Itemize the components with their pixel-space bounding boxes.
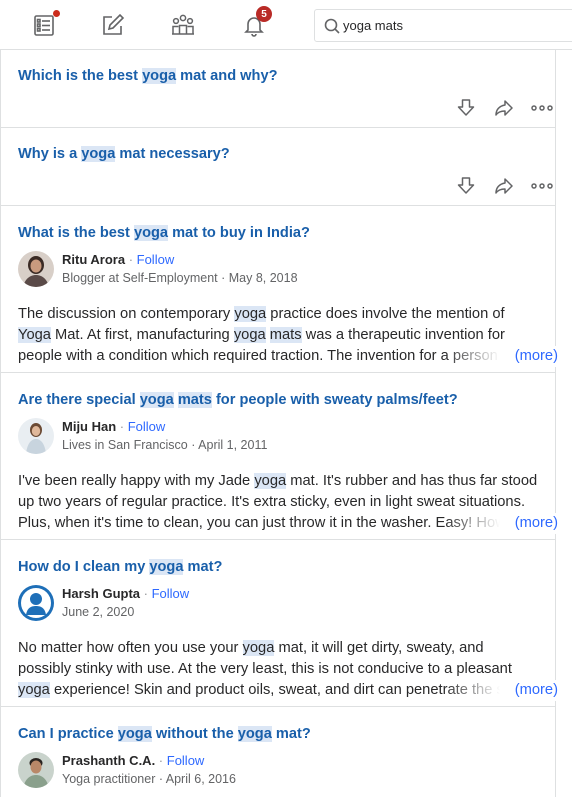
answer-card: How do I clean my yoga mat? Harsh Gupta …: [0, 540, 558, 707]
search-input[interactable]: [343, 10, 572, 41]
follow-button[interactable]: Follow: [137, 252, 175, 267]
question-title-link[interactable]: Which is the best yoga mat and why?: [18, 68, 277, 84]
downvote-icon[interactable]: [455, 97, 477, 119]
author-credential: Lives in San Francisco · April 1, 2011: [62, 438, 268, 452]
author-credential: Blogger at Self-Employment · May 8, 2018: [62, 271, 298, 285]
follow-button[interactable]: Follow: [128, 419, 166, 434]
notifications-count-badge: 5: [256, 6, 272, 22]
more-options-icon[interactable]: [531, 97, 553, 119]
more-link[interactable]: (more): [512, 680, 558, 701]
question-card: Which is the best yoga mat and why?: [0, 50, 556, 128]
search-icon: [324, 18, 340, 34]
share-icon[interactable]: [493, 97, 515, 119]
question-title-link[interactable]: Can I practice yoga without the yoga mat…: [18, 726, 311, 742]
top-nav-bar: 5: [0, 0, 572, 50]
more-link[interactable]: (more): [512, 513, 558, 534]
follow-button[interactable]: Follow: [152, 586, 190, 601]
search-box[interactable]: [314, 9, 572, 42]
answer-card: What is the best yoga mat to buy in Indi…: [0, 206, 558, 373]
more-options-icon[interactable]: [531, 175, 553, 197]
avatar[interactable]: [18, 418, 54, 454]
more-link[interactable]: (more): [512, 346, 558, 367]
answer-card: Can I practice yoga without the yoga mat…: [0, 707, 556, 797]
answer-preview[interactable]: No matter how often you use your yoga ma…: [18, 638, 558, 701]
question-title-link[interactable]: How do I clean my yoga mat?: [18, 559, 222, 575]
spaces-icon[interactable]: [167, 9, 199, 41]
question-title-link[interactable]: Why is a yoga mat necessary?: [18, 146, 230, 162]
answer-preview[interactable]: I've been really happy with my Jade yoga…: [18, 471, 558, 534]
answer-card: Are there special yoga mats for people w…: [0, 373, 558, 540]
avatar[interactable]: [18, 585, 54, 621]
write-answer-icon[interactable]: [97, 9, 129, 41]
author-credential: Yoga practitioner · April 6, 2016: [62, 772, 236, 786]
feed-unread-dot: [53, 10, 60, 17]
answer-preview[interactable]: The discussion on contemporary yoga prac…: [18, 304, 558, 367]
author-name[interactable]: Miju Han: [62, 419, 116, 434]
question-title-link[interactable]: Are there special yoga mats for people w…: [18, 392, 458, 408]
avatar[interactable]: [18, 251, 54, 287]
search-results-feed: Which is the best yoga mat and why? Why …: [0, 50, 558, 797]
author-name[interactable]: Ritu Arora: [62, 252, 125, 267]
downvote-icon[interactable]: [455, 175, 477, 197]
share-icon[interactable]: [493, 175, 515, 197]
question-card: Why is a yoga mat necessary?: [0, 128, 556, 206]
follow-button[interactable]: Follow: [167, 753, 205, 768]
author-name[interactable]: Prashanth C.A.: [62, 753, 155, 768]
author-name[interactable]: Harsh Gupta: [62, 586, 140, 601]
author-credential: June 2, 2020: [62, 605, 135, 619]
avatar[interactable]: [18, 752, 54, 788]
question-title-link[interactable]: What is the best yoga mat to buy in Indi…: [18, 225, 310, 241]
